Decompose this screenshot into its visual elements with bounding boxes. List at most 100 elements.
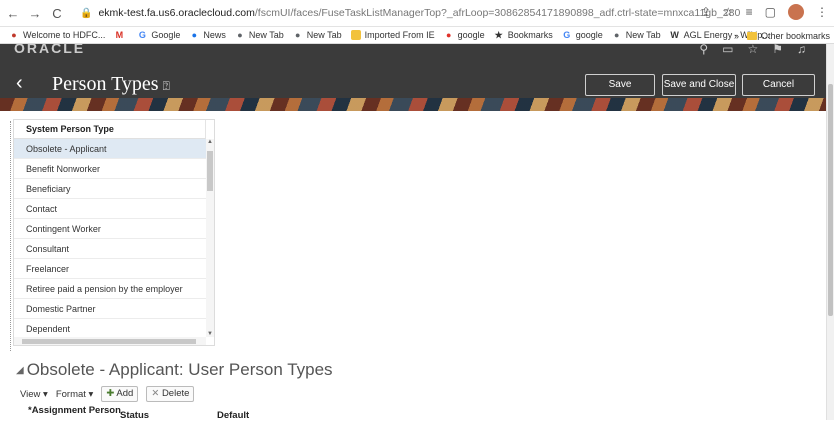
menu-icon[interactable]: ⋮ xyxy=(816,5,828,19)
x-icon: ✕ xyxy=(151,388,160,399)
bookmark-item[interactable]: ● Welcome to HDFC... xyxy=(9,30,105,40)
address-bar[interactable]: ekmk-test.fa.us6.oraclecloud.com/fscmUI/… xyxy=(98,7,740,19)
table-row[interactable]: Domestic Partner xyxy=(14,299,206,319)
profile-avatar-icon[interactable] xyxy=(788,4,804,20)
globe-icon: ● xyxy=(295,30,301,40)
bookmark-item[interactable]: ● google xyxy=(444,30,485,40)
table-vertical-scrollbar[interactable]: ▲ ▼ xyxy=(206,139,214,337)
url-host: ekmk-test.fa.us6.oraclecloud.com xyxy=(98,7,255,19)
wikipedia-icon: W xyxy=(670,30,679,40)
table-row[interactable]: Beneficiary xyxy=(14,179,206,199)
table-hscroll-thumb[interactable] xyxy=(22,339,196,344)
opera-icon: ● xyxy=(445,30,452,40)
back-arrow-icon[interactable]: ← xyxy=(4,6,22,21)
oracle-logo[interactable]: ORACLE xyxy=(14,44,85,56)
delete-button[interactable]: ✕ Delete xyxy=(146,386,195,402)
column-header-status[interactable]: Status xyxy=(120,410,149,421)
bookmark-item[interactable]: G Google xyxy=(137,30,181,40)
header-decorative-band xyxy=(0,98,826,111)
bookmark-item[interactable]: ★ Bookmarks xyxy=(494,30,553,40)
page-scrollbar[interactable] xyxy=(826,44,834,420)
page-title-text: Person Types xyxy=(52,73,159,95)
column-header-system-person-type[interactable]: System Person Type xyxy=(14,120,206,139)
forward-arrow-icon[interactable]: → xyxy=(26,6,44,21)
bookmark-item[interactable]: ● New Tab xyxy=(612,30,661,40)
google-icon: G xyxy=(563,30,571,40)
bookmark-item[interactable]: ● New Tab xyxy=(235,30,284,40)
column-header-assignment-person[interactable]: *Assignment Person xyxy=(28,405,121,416)
flag-icon[interactable]: ⚑ xyxy=(772,44,783,56)
table-row[interactable]: Contingent Worker xyxy=(14,219,206,239)
plus-icon: ✚ xyxy=(106,388,115,399)
star-icon: ★ xyxy=(494,30,503,40)
column-header-default[interactable]: Default xyxy=(217,410,249,421)
google-icon: G xyxy=(138,30,146,40)
bookmark-item[interactable]: Ggoogle xyxy=(562,30,603,40)
delete-label: Delete xyxy=(161,388,190,399)
page-scrollbar-thumb[interactable] xyxy=(828,84,833,316)
bookmark-label: New Tab xyxy=(248,30,284,40)
home-icon[interactable]: ▭ xyxy=(722,44,733,56)
scroll-up-icon[interactable]: ▲ xyxy=(207,139,213,145)
add-label: Add xyxy=(116,388,134,399)
bookmark-label: Imported From IE xyxy=(364,30,435,40)
section-title: Obsolete - Applicant: User Person Types xyxy=(26,360,333,379)
share-icon[interactable]: ⇪ xyxy=(701,5,711,19)
bookmark-item[interactable]: Imported From IE xyxy=(350,30,435,40)
save-button[interactable]: Save xyxy=(585,74,655,96)
table-row[interactable]: Retiree paid a pension by the employer xyxy=(14,279,206,299)
favorites-icon[interactable]: ☆ xyxy=(747,44,758,56)
bookmark-label: News xyxy=(203,30,226,40)
bookmark-item[interactable]: ● New Tab xyxy=(293,30,342,40)
bookmark-item[interactable]: M xyxy=(114,30,128,40)
globe-icon: ● xyxy=(237,30,243,40)
format-menu[interactable]: Format ▾ xyxy=(56,389,94,400)
star-icon[interactable]: ☆ xyxy=(723,5,734,19)
system-person-type-table: System Person Type Obsolete - Applicant B… xyxy=(13,119,215,346)
bookmark-label: google xyxy=(575,30,603,40)
table-row[interactable]: Dependent xyxy=(14,319,206,339)
table-row[interactable]: Benefit Nonworker xyxy=(14,159,206,179)
bookmark-label: New Tab xyxy=(306,30,342,40)
bookmark-label: Bookmarks xyxy=(507,30,553,40)
table-row[interactable]: Freelancer xyxy=(14,259,206,279)
bookmark-label: Welcome to HDFC... xyxy=(23,30,106,40)
save-and-close-button[interactable]: Save and Close xyxy=(662,74,736,96)
bookmark-item[interactable]: ● News xyxy=(189,30,226,40)
cancel-button[interactable]: Cancel xyxy=(742,74,815,96)
reload-icon[interactable]: C xyxy=(48,6,66,21)
other-bookmarks-label: Other bookmarks xyxy=(760,30,830,41)
table-horizontal-scrollbar[interactable] xyxy=(14,337,206,345)
table-row[interactable]: Contact xyxy=(14,199,206,219)
folder-icon xyxy=(350,30,361,40)
news-icon: ● xyxy=(191,30,198,40)
user-person-types-section-header[interactable]: ◢ Obsolete - Applicant: User Person Types xyxy=(16,360,333,380)
notifications-icon[interactable]: ♫ xyxy=(797,44,806,56)
oracle-header: ORACLE ⚲ ▭ ☆ ⚑ ♫ ‹ Person Types ⍰ Save Sa… xyxy=(0,44,826,111)
url-path: /fscmUI/faces/FuseTaskListManagerTop?_af… xyxy=(254,7,741,19)
bookmarks-bar: ● Welcome to HDFC... M G Google ● News ● New Tab… xyxy=(0,27,834,44)
gmail-icon: M xyxy=(115,30,124,40)
hdfc-icon: ● xyxy=(11,30,17,40)
tab-search-icon[interactable]: ≡ xyxy=(746,5,753,19)
back-chevron-icon[interactable]: ‹ xyxy=(16,72,23,95)
table-scrollbar-thumb[interactable] xyxy=(207,151,213,191)
bookmark-label: Google xyxy=(151,30,181,40)
browser-toolbar: ← → C 🔒 ekmk-test.fa.us6.oraclecloud.com… xyxy=(0,0,834,27)
table-row[interactable]: Obsolete - Applicant xyxy=(14,139,206,159)
table-row[interactable]: Consultant xyxy=(14,239,206,259)
bookmark-label: google xyxy=(457,30,485,40)
lock-icon[interactable]: 🔒 xyxy=(80,8,92,19)
folder-icon xyxy=(746,31,757,40)
collapse-triangle-icon[interactable]: ◢ xyxy=(16,365,24,376)
view-menu[interactable]: View ▾ xyxy=(20,389,48,400)
more-bookmarks-chevron[interactable]: » xyxy=(734,31,739,41)
globe-icon: ● xyxy=(614,30,620,40)
sidebar-icon[interactable]: ▢ xyxy=(765,5,776,19)
help-icon[interactable]: ⍰ xyxy=(163,79,170,93)
search-icon[interactable]: ⚲ xyxy=(699,44,708,56)
page-title: Person Types ⍰ xyxy=(52,73,170,96)
other-bookmarks[interactable]: » Other bookmarks xyxy=(734,27,830,43)
scroll-down-icon[interactable]: ▼ xyxy=(207,331,213,337)
add-button[interactable]: ✚ Add xyxy=(101,386,139,402)
